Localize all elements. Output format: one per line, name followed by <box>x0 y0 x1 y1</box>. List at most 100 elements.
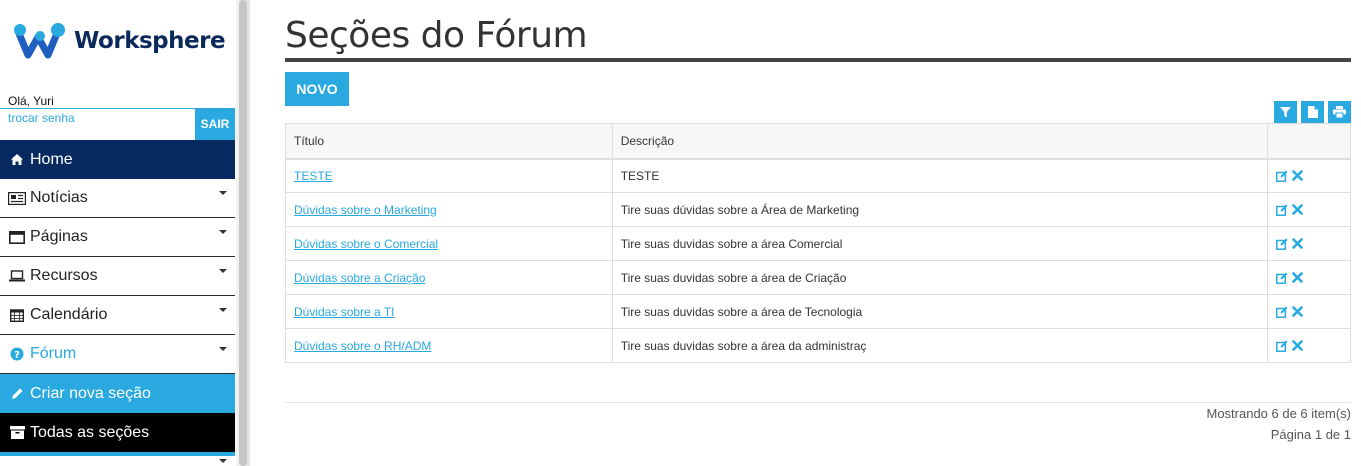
delete-icon[interactable] <box>1292 170 1303 182</box>
table-row: Dúvidas sobre a TI Tire suas duvidas sobr… <box>285 294 1351 329</box>
export-button[interactable] <box>1301 101 1324 123</box>
table-header-row: Título Descrição <box>285 123 1351 159</box>
cell-description: Tire suas duvidas sobre a área Comercial <box>611 226 1269 261</box>
section-title-link[interactable]: TESTE <box>294 169 333 183</box>
section-title-link[interactable]: Dúvidas sobre o RH/ADM <box>294 339 431 353</box>
cell-title: Dúvidas sobre o Comercial <box>285 226 613 261</box>
table-row: Dúvidas sobre o RH/ADM Tire suas duvidas … <box>285 328 1351 363</box>
cell-title: Dúvidas sobre a Criação <box>285 260 613 295</box>
brand-logo[interactable]: Worksphere <box>12 16 226 66</box>
edit-icon[interactable] <box>1276 238 1288 250</box>
table-row: TESTE TESTE <box>285 158 1351 193</box>
edit-icon[interactable] <box>1276 306 1288 318</box>
sidebar: Worksphere Olá, Yuri trocar senha SAIR H… <box>0 0 235 466</box>
cell-description: Tire suas dúvidas sobre a Área de Market… <box>611 192 1269 227</box>
cell-description: TESTE <box>611 158 1269 193</box>
edit-icon[interactable] <box>1276 272 1288 284</box>
calendar-icon <box>8 307 26 323</box>
user-greeting: Olá, Yuri <box>8 94 54 108</box>
svg-text:?: ? <box>14 350 20 361</box>
cell-actions <box>1267 294 1351 329</box>
forum-sections-table: Título Descrição TESTE TESTE Dúvidas sobre… <box>285 123 1351 363</box>
chevron-down-icon[interactable] <box>219 230 227 234</box>
sidebar-item-criar-secao[interactable]: Criar nova seção <box>0 374 235 413</box>
table-row: Dúvidas sobre o Marketing Tire suas dúvid… <box>285 192 1351 227</box>
cell-actions <box>1267 226 1351 261</box>
cell-title: Dúvidas sobre o Marketing <box>285 192 613 227</box>
section-title-link[interactable]: Dúvidas sobre a Criação <box>294 271 425 285</box>
item-count-text: Mostrando 6 de 6 item(s) <box>1206 406 1351 421</box>
newspaper-icon <box>8 190 26 206</box>
footer-divider <box>285 402 1351 403</box>
cell-title: Dúvidas sobre a TI <box>285 294 613 329</box>
edit-icon[interactable] <box>1276 204 1288 216</box>
delete-icon[interactable] <box>1292 238 1303 249</box>
delete-icon[interactable] <box>1292 272 1303 283</box>
section-title-link[interactable]: Dúvidas sobre a TI <box>294 305 395 319</box>
cell-actions <box>1267 260 1351 295</box>
user-block: Olá, Yuri trocar senha SAIR <box>0 92 235 140</box>
sidebar-item-label: Páginas <box>30 228 88 245</box>
sidebar-item-paginas[interactable]: Páginas <box>0 218 235 257</box>
section-title-link[interactable]: Dúvidas sobre o Comercial <box>294 237 438 251</box>
cell-description: Tire suas duvidas sobre a área de Tecnol… <box>611 294 1269 329</box>
title-divider <box>285 58 1351 62</box>
chevron-down-icon[interactable] <box>219 308 227 312</box>
chevron-down-icon[interactable] <box>219 269 227 273</box>
cell-title: Dúvidas sobre o RH/ADM <box>285 328 613 363</box>
cell-title: TESTE <box>285 158 613 193</box>
sidebar-scrollbar-thumb[interactable] <box>239 0 247 466</box>
new-section-button[interactable]: NOVO <box>285 72 349 106</box>
delete-icon[interactable] <box>1292 204 1303 215</box>
sidebar-item-label: Notícias <box>30 189 88 206</box>
sidebar-item-label: Criar nova seção <box>30 384 151 402</box>
sidebar-item-label: Calendário <box>30 306 108 323</box>
sidebar-item-noticias[interactable]: Notícias <box>0 179 235 218</box>
table-toolbar <box>1274 101 1351 123</box>
pencil-icon <box>8 386 26 402</box>
sidebar-item-label: Recursos <box>30 267 98 284</box>
cell-description: Tire suas duvidas sobre a área de Criaçã… <box>611 260 1269 295</box>
column-header-actions <box>1267 123 1351 159</box>
edit-icon[interactable] <box>1276 170 1288 182</box>
table-row: Dúvidas sobre o Comercial Tire suas duvid… <box>285 226 1351 261</box>
filter-icon <box>1280 106 1291 117</box>
sidebar-item-label: Fórum <box>30 345 77 362</box>
logout-button[interactable]: SAIR <box>195 108 235 140</box>
laptop-icon <box>8 268 26 284</box>
chevron-down-icon[interactable] <box>219 459 227 463</box>
home-icon <box>8 152 26 168</box>
sidebar-item-label: Todas as seções <box>30 423 150 441</box>
chevron-down-icon[interactable] <box>219 347 227 351</box>
edit-icon[interactable] <box>1276 340 1288 352</box>
sidebar-item-label: Home <box>30 150 73 168</box>
filter-button[interactable] <box>1274 101 1297 123</box>
sidebar-menu: Home Notícias Páginas Recursos Calendári… <box>0 140 235 466</box>
change-password-link[interactable]: trocar senha <box>8 111 75 125</box>
sidebar-item-next[interactable] <box>0 452 235 466</box>
window-icon <box>8 229 26 245</box>
question-circle-icon: ? <box>8 346 26 362</box>
page-title: Seções do Fórum <box>285 15 588 56</box>
column-header-description[interactable]: Descrição <box>611 123 1269 159</box>
sidebar-item-forum[interactable]: ? Fórum <box>0 335 235 374</box>
cell-actions <box>1267 158 1351 193</box>
chevron-down-icon[interactable] <box>219 191 227 195</box>
sidebar-item-home[interactable]: Home <box>0 140 235 179</box>
page-indicator: Página 1 de 1 <box>1270 427 1351 442</box>
cell-actions <box>1267 192 1351 227</box>
delete-icon[interactable] <box>1292 306 1303 317</box>
sidebar-item-todas-secoes[interactable]: Todas as seções <box>0 413 235 452</box>
print-button[interactable] <box>1328 101 1351 123</box>
cell-description: Tire suas duvidas sobre a área da admini… <box>611 328 1269 363</box>
worksphere-logo-icon <box>14 23 65 59</box>
column-header-title[interactable]: Título <box>285 123 613 159</box>
archive-icon <box>8 425 26 441</box>
delete-icon[interactable] <box>1292 340 1303 351</box>
cell-actions <box>1267 328 1351 363</box>
print-icon <box>1333 106 1346 118</box>
sidebar-item-calendario[interactable]: Calendário <box>0 296 235 335</box>
divider <box>0 108 195 109</box>
sidebar-item-recursos[interactable]: Recursos <box>0 257 235 296</box>
section-title-link[interactable]: Dúvidas sobre o Marketing <box>294 203 437 217</box>
